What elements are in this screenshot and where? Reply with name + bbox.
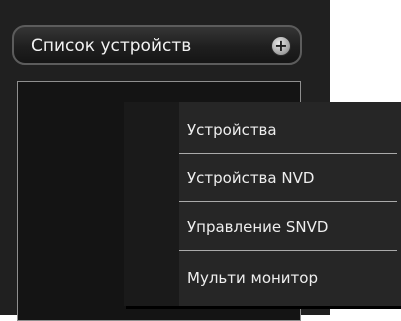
menu-item-multi-monitor[interactable]: Мульти монитор: [179, 256, 401, 300]
menu-separator: [179, 201, 397, 202]
add-device-button[interactable]: +: [271, 36, 291, 56]
menu-separator: [179, 250, 397, 251]
menu-item-label: Управление SNVD: [187, 218, 329, 236]
context-menu: Устройства Устройства NVD Управление SNV…: [124, 102, 401, 306]
plus-circle-icon: +: [274, 36, 288, 55]
menu-items: Устройства Устройства NVD Управление SNV…: [179, 102, 401, 306]
menu-separator: [179, 153, 397, 154]
menu-item-label: Устройства NVD: [187, 169, 315, 187]
device-list-title: Список устройств: [31, 36, 192, 56]
menu-item-label: Устройства: [187, 121, 277, 139]
menu-item-devices-nvd[interactable]: Устройства NVD: [179, 156, 401, 200]
menu-icon-gutter: [124, 102, 179, 306]
menu-item-snvd-control[interactable]: Управление SNVD: [179, 205, 401, 249]
menu-item-label: Мульти монитор: [187, 269, 318, 287]
menu-item-devices[interactable]: Устройства: [179, 108, 401, 152]
device-list-header: Список устройств +: [12, 25, 302, 65]
